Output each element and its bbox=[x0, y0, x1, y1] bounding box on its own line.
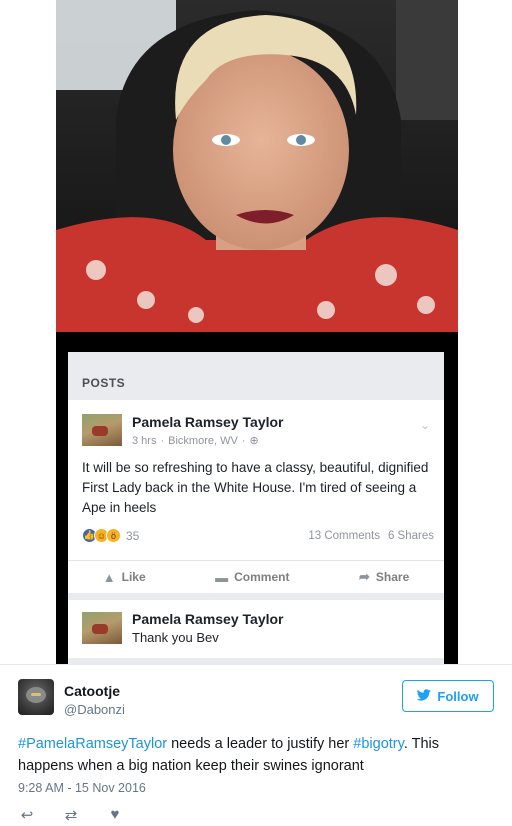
fb-share-label: Share bbox=[375, 570, 410, 584]
fb-post-subline: 3 hrs · Bickmore, WV · ⊕ bbox=[132, 434, 284, 448]
fb-comment-label: Comment bbox=[234, 570, 290, 584]
hashtag-link[interactable]: #PamelaRamseyTaylor bbox=[18, 736, 167, 752]
hashtag-link[interactable]: #bigotry bbox=[353, 736, 404, 752]
follow-button[interactable]: Follow bbox=[402, 680, 494, 712]
thumbs-up-icon: ▲ bbox=[102, 569, 116, 585]
fb-post-time: 3 hrs bbox=[132, 434, 157, 447]
fb-author-name: Pamela Ramsey Taylor bbox=[132, 414, 284, 430]
fb-reactions: 👍 ☺ ö 35 bbox=[82, 528, 139, 543]
facebook-screenshot: POSTS Pamela Ramsey Taylor 3 hrs · Bickm… bbox=[68, 352, 444, 664]
user-handle[interactable]: @Dabonzi bbox=[64, 702, 125, 717]
fb-section-header: POSTS bbox=[68, 352, 444, 396]
fb-engagement-counts: 13 Comments 6 Shares bbox=[308, 530, 434, 542]
tweet-text: #PamelaRamseyTaylor needs a leader to ju… bbox=[18, 733, 498, 777]
fb-author-avatar bbox=[82, 414, 122, 446]
tweet-action-bar: ↩ ⇄ ♥ bbox=[18, 806, 124, 824]
fb-post-meta: Pamela Ramsey Taylor 3 hrs · Bickmore, W… bbox=[132, 414, 284, 447]
fb-action-bar: ▲ Like ▬ Comment ➦ Share bbox=[68, 560, 444, 593]
tweet-media-image[interactable]: POSTS Pamela Ramsey Taylor 3 hrs · Bickm… bbox=[56, 0, 458, 664]
fb-commenter-name: Pamela Ramsey Taylor bbox=[132, 611, 284, 627]
fb-share-count: 6 Shares bbox=[387, 530, 434, 542]
fb-reaction-count: 35 bbox=[126, 528, 140, 543]
avatar[interactable] bbox=[18, 679, 54, 715]
globe-icon: ⊕ bbox=[249, 435, 259, 447]
twitter-bird-icon bbox=[417, 688, 432, 704]
fb-dot-separator: · bbox=[241, 434, 246, 447]
fb-dot-separator: · bbox=[160, 434, 165, 447]
fb-section-title: POSTS bbox=[82, 376, 126, 390]
fb-post-text: It will be so refreshing to have a class… bbox=[82, 460, 429, 515]
fb-share-action: ➦ Share bbox=[359, 569, 409, 585]
reply-icon[interactable]: ↩ bbox=[18, 806, 36, 824]
fb-comment: Pamela Ramsey Taylor Thank you Bev bbox=[68, 600, 444, 658]
fb-comment-action: ▬ Comment bbox=[215, 570, 289, 585]
fb-like-action: ▲ Like bbox=[103, 570, 146, 585]
tweet-text-segment: needs a leader to justify her bbox=[167, 736, 354, 752]
follow-label: Follow bbox=[437, 688, 479, 704]
tweet-timestamp[interactable]: 9:28 AM - 15 Nov 2016 bbox=[18, 781, 146, 795]
comment-icon: ▬ bbox=[215, 569, 229, 585]
fb-like-label: Like bbox=[121, 570, 146, 584]
share-arrow-icon: ➦ bbox=[358, 569, 370, 584]
fb-post-header: Pamela Ramsey Taylor 3 hrs · Bickmore, W… bbox=[82, 414, 284, 447]
user-display-name[interactable]: Catootje bbox=[64, 683, 120, 699]
selfie-photo bbox=[56, 0, 458, 332]
wow-icon: ö bbox=[106, 528, 121, 543]
fb-post-location: Bickmore, WV bbox=[168, 434, 238, 447]
fb-post-card: Pamela Ramsey Taylor 3 hrs · Bickmore, W… bbox=[68, 400, 444, 593]
retweet-icon[interactable]: ⇄ bbox=[62, 806, 80, 824]
tweet-card: Catootje @Dabonzi Follow #PamelaRamseyTa… bbox=[0, 664, 512, 826]
fb-comment-count: 13 Comments bbox=[308, 530, 380, 542]
fb-comment-text: Thank you Bev bbox=[132, 630, 219, 645]
like-heart-icon[interactable]: ♥ bbox=[106, 806, 124, 824]
fb-commenter-avatar bbox=[82, 612, 122, 644]
chevron-down-icon: ⌄ bbox=[419, 418, 430, 432]
